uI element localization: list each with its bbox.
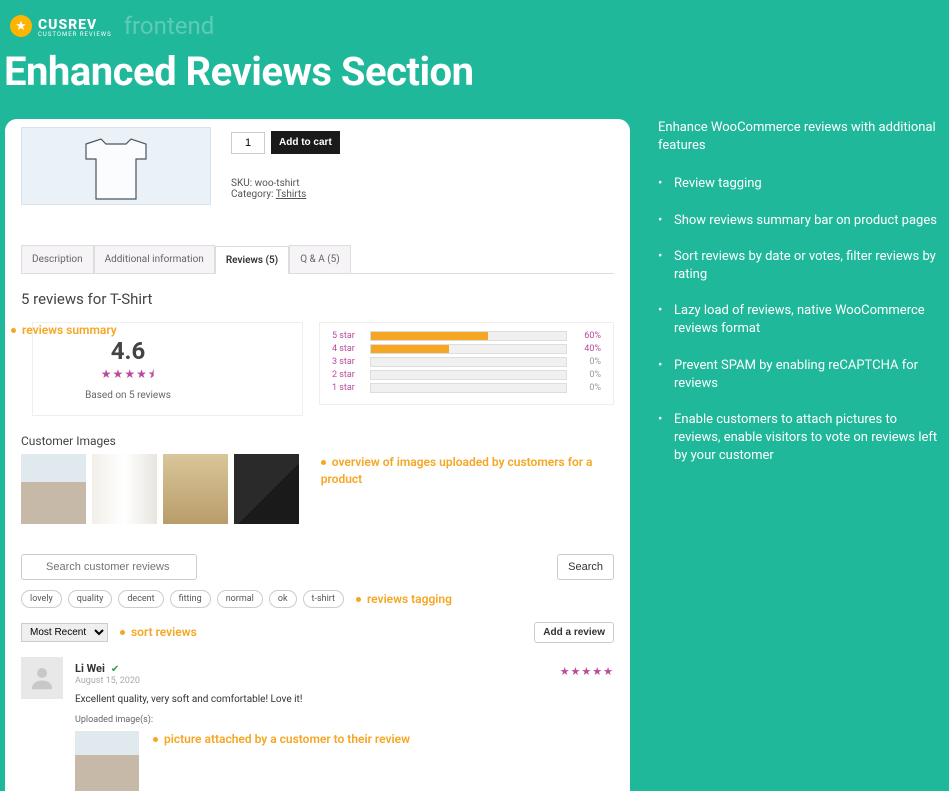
screenshot-preview: Add to cart SKU: woo-tshirt Category: Ts…: [5, 119, 630, 791]
bar-pct: 0%: [573, 383, 601, 393]
rating-stars-icon: ★★★★⯨: [41, 365, 215, 386]
quantity-input[interactable]: [231, 132, 265, 154]
attached-image[interactable]: [75, 731, 139, 791]
tag[interactable]: quality: [68, 590, 113, 608]
customer-image-thumb[interactable]: [92, 454, 157, 524]
bar-pct: 40%: [573, 344, 601, 354]
product-image: [21, 127, 211, 205]
bar-label[interactable]: 3 star: [332, 357, 364, 367]
summary-annotation: reviews summary: [11, 322, 117, 339]
uploaded-label: Uploaded image(s):: [75, 715, 614, 725]
bar-pct: 0%: [573, 357, 601, 367]
sidebar-lead: Enhance WooCommerce reviews with additio…: [658, 119, 938, 155]
rating-bars: 5 star 60% 4 star 40% 3 star 0% 2 star 0% 1 …: [319, 322, 614, 405]
tab-reviews[interactable]: Reviews (5): [215, 246, 289, 274]
images-annotation: overview of images uploaded by customers…: [321, 454, 614, 488]
page-title: Enhanced Reviews Section: [0, 40, 949, 119]
tag[interactable]: decent: [118, 590, 163, 608]
feature-item: Enable customers to attach pictures to r…: [658, 411, 938, 466]
customer-images-heading: Customer Images: [21, 434, 614, 448]
tag[interactable]: fitting: [170, 590, 211, 608]
tab-additional-info[interactable]: Additional information: [94, 245, 215, 273]
category-line: Category: Tshirts: [231, 189, 614, 200]
feature-sidebar: Enhance WooCommerce reviews with additio…: [658, 119, 938, 483]
avatar: [21, 657, 63, 699]
tag[interactable]: ok: [269, 590, 297, 608]
customer-image-thumb[interactable]: [163, 454, 228, 524]
rating-value: 4.6: [41, 337, 215, 365]
feature-item: Sort reviews by date or votes, filter re…: [658, 248, 938, 284]
bar-label[interactable]: 4 star: [332, 344, 364, 354]
sku-value: woo-tshirt: [255, 178, 300, 189]
bar-pct: 0%: [573, 370, 601, 380]
tabs: Description Additional information Revie…: [21, 245, 614, 274]
based-on: Based on 5 reviews: [41, 390, 215, 401]
customer-image-thumb[interactable]: [234, 454, 299, 524]
verified-icon: ✔: [111, 664, 119, 675]
customer-image-thumb[interactable]: [21, 454, 86, 524]
tab-description[interactable]: Description: [21, 245, 94, 273]
feature-item: Review tagging: [658, 175, 938, 193]
logo: ★ CUSREV CUSTOMER REVIEWS: [10, 14, 112, 38]
header: ★ CUSREV CUSTOMER REVIEWS frontend: [0, 12, 949, 40]
feature-item: Prevent SPAM by enabling reCAPTCHA for r…: [658, 357, 938, 393]
sku-label: SKU:: [231, 178, 252, 189]
feature-item: Lazy load of reviews, native WooCommerce…: [658, 302, 938, 338]
category-label: Category:: [231, 189, 273, 200]
feature-item: Show reviews summary bar on product page…: [658, 212, 938, 230]
tag[interactable]: lovely: [21, 590, 62, 608]
bar-label[interactable]: 1 star: [332, 383, 364, 393]
tags-annotation: reviews tagging: [356, 591, 452, 608]
add-review-button[interactable]: Add a review: [534, 622, 614, 643]
review-text: Excellent quality, very soft and comfort…: [75, 694, 614, 705]
logo-subtext: CUSTOMER REVIEWS: [38, 31, 112, 38]
tag[interactable]: normal: [217, 590, 263, 608]
logo-icon: ★: [10, 15, 32, 37]
bar-pct: 60%: [573, 331, 601, 341]
breadcrumb: frontend: [124, 12, 215, 40]
add-to-cart-button[interactable]: Add to cart: [271, 131, 340, 154]
category-link[interactable]: Tshirts: [276, 189, 307, 200]
review-item: Li Wei ✔ August 15, 2020 ★★★★★ Excellent…: [21, 657, 614, 791]
tags-row: lovely quality decent fitting normal ok …: [21, 590, 614, 608]
search-button[interactable]: Search: [557, 554, 614, 580]
review-date: August 15, 2020: [75, 676, 140, 686]
reviews-heading: 5 reviews for T-Shirt: [21, 290, 614, 308]
bar-label[interactable]: 2 star: [332, 370, 364, 380]
reviewer-name: Li Wei: [75, 662, 105, 675]
bar-label[interactable]: 5 star: [332, 331, 364, 341]
sort-annotation: sort reviews: [120, 624, 197, 641]
tag[interactable]: t-shirt: [303, 590, 344, 608]
search-input[interactable]: [21, 554, 197, 580]
attached-annotation: picture attached by a customer to their …: [153, 731, 410, 748]
review-stars-icon: ★★★★★: [560, 665, 614, 678]
tab-qa[interactable]: Q & A (5): [289, 245, 351, 273]
sort-select[interactable]: Most Recent: [21, 623, 108, 642]
sku-line: SKU: woo-tshirt: [231, 178, 614, 189]
